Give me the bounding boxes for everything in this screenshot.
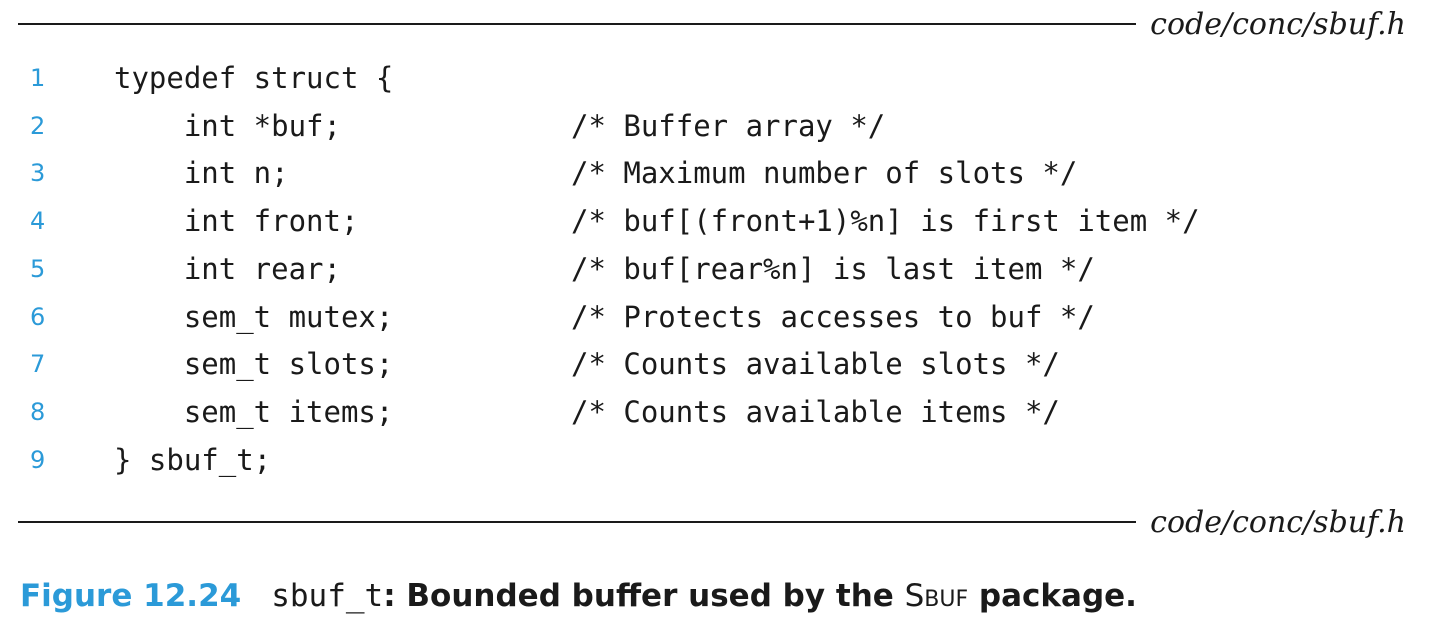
footer-filename: code/conc/sbuf.h	[1150, 504, 1406, 540]
code-comment: /* Maximum number of slots */	[571, 156, 1078, 191]
line-number: 2	[30, 111, 46, 140]
line-number: 4	[30, 207, 46, 236]
line-number: 1	[30, 64, 46, 92]
line-number: 8	[30, 397, 46, 426]
code-text: sem_t items;	[114, 394, 394, 429]
code-text: int n;	[114, 156, 289, 191]
header-rule: code/conc/sbuf.h	[18, 2, 1406, 46]
code-line: 6 sem_t mutex; /* Protects accesses to bu…	[0, 293, 1429, 341]
code-comment: /* buf[(front+1)%n] is first item */	[571, 204, 1200, 239]
figure-caption: Figure 12.24 sbuf_t: Bounded buffer used …	[20, 570, 1137, 622]
code-line: 7 sem_t slots; /* Counts available slots …	[0, 340, 1429, 388]
line-number: 7	[30, 350, 46, 379]
code-text: int *buf;	[114, 108, 341, 143]
line-number: 6	[30, 302, 46, 331]
header-divider	[18, 23, 1137, 25]
figure-label: Figure 12.24	[20, 578, 242, 614]
footer-rule: code/conc/sbuf.h	[18, 500, 1406, 544]
code-line: 8 sem_t items; /* Counts available items …	[0, 388, 1429, 436]
caption-package-name: Sbuf	[904, 578, 969, 614]
code-comment: /* Protects accesses to buf */	[571, 299, 1095, 334]
code-comment: /* Counts available items */	[571, 394, 1060, 429]
code-comment: /* Counts available slots */	[571, 347, 1060, 382]
caption-code-name: sbuf_t	[271, 578, 384, 614]
header-filename: code/conc/sbuf.h	[1150, 6, 1406, 42]
code-line: 9 } sbuf_t;	[0, 436, 1429, 484]
code-line: 2 int *buf; /* Buffer array */	[0, 102, 1429, 150]
code-line: 4 int front; /* buf[(front+1)%n] is first…	[0, 197, 1429, 245]
footer-divider	[18, 521, 1137, 523]
code-comment: /* Buffer array */	[571, 108, 886, 143]
code-comment: /* buf[rear%n] is last item */	[571, 251, 1095, 286]
line-number: 3	[30, 159, 46, 188]
line-number: 9	[30, 445, 46, 474]
caption-text-after: package.	[968, 578, 1137, 614]
code-text: sem_t slots;	[114, 347, 394, 382]
code-line: 3 int n; /* Maximum number of slots */	[0, 149, 1429, 197]
code-line: 1 typedef struct {	[0, 54, 1429, 102]
caption-text-before: Bounded buffer used by the	[395, 578, 905, 614]
line-number: 5	[30, 254, 46, 283]
code-text: } sbuf_t;	[114, 442, 272, 477]
code-text: int rear;	[114, 251, 341, 286]
code-text: int front;	[114, 204, 359, 239]
code-text: typedef struct {	[114, 61, 394, 95]
code-line: 5 int rear; /* buf[rear%n] is last item *…	[0, 245, 1429, 293]
caption-colon: :	[383, 578, 396, 614]
code-text: sem_t mutex;	[114, 299, 394, 334]
